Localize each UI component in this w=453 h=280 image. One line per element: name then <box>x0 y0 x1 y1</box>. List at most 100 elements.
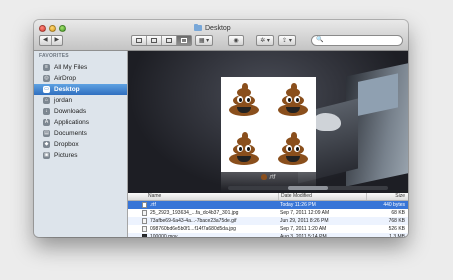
file-icon <box>142 202 147 208</box>
sidebar-item-downloads[interactable]: ↓ Downloads <box>34 106 127 117</box>
pictures-icon: ▣ <box>43 152 50 159</box>
sidebar-item-airdrop[interactable]: ◎ AirDrop <box>34 73 127 84</box>
poop-emoji-image <box>275 131 311 167</box>
back-button[interactable]: ◀ <box>40 36 51 45</box>
home-icon: ⌂ <box>43 97 50 104</box>
cover-flow-button[interactable] <box>176 36 191 45</box>
sidebar-item-dropbox[interactable]: ◆ Dropbox <box>34 139 127 150</box>
quick-look-button[interactable]: ◉ <box>228 35 244 46</box>
file-date: Aug 3, 2011 5:14 PM <box>280 234 327 237</box>
sidebar-item-label: Desktop <box>54 86 80 93</box>
back-forward-control: ◀ ▶ <box>39 35 63 46</box>
file-row[interactable]: 25_2923_193634_...fa_dc4b37_301.jpg Sep 7… <box>128 209 408 217</box>
cover-flow-preview: .rtf <box>128 51 408 193</box>
file-row[interactable]: 098760bd6e5b0f1...f14f7a680d5da.jpg Sep 7… <box>128 225 408 233</box>
poop-emoji-image <box>226 131 262 167</box>
file-size: 768 KB <box>388 218 405 224</box>
file-size: 68 KB <box>391 210 405 216</box>
file-name: .rtf <box>150 202 156 208</box>
sidebar-item-label: Pictures <box>54 152 78 159</box>
preview-caption-label: .rtf <box>268 174 276 181</box>
rtf-file-icon <box>260 174 267 180</box>
action-button[interactable]: ✲ ▾ <box>256 35 274 46</box>
dropbox-icon: ◆ <box>43 141 50 148</box>
column-view-icon <box>166 38 172 43</box>
file-name-cell: 098760bd6e5b0f1...f14f7a680d5da.jpg <box>128 225 278 233</box>
column-view-button[interactable] <box>161 36 176 45</box>
finder-window: Desktop ◀ ▶ ▦ ▾ ◉ ✲ ▾ ⇪ ▾ 🔍 FAVORITES ≡ A… <box>34 20 408 237</box>
documents-icon: ▤ <box>43 130 50 137</box>
search-icon: 🔍 <box>316 37 324 43</box>
file-name-cell: 73afbe69-6a43-4a...-7bace23a75de.gif <box>128 217 278 225</box>
file-name: 25_2923_193634_...fa_dc4b37_301.jpg <box>150 210 239 216</box>
list-view-icon <box>151 38 157 43</box>
window-title: Desktop <box>194 23 231 33</box>
poop-emoji-image <box>226 82 262 118</box>
cover-flow-icon <box>181 38 187 43</box>
sidebar-item-label: AirDrop <box>54 75 77 82</box>
share-button[interactable]: ⇪ ▾ <box>278 35 296 46</box>
window-title-label: Desktop <box>205 24 231 32</box>
sidebar-item-documents[interactable]: ▤ Documents <box>34 128 127 139</box>
title-bar: Desktop ◀ ▶ ▦ ▾ ◉ ✲ ▾ ⇪ ▾ 🔍 <box>34 20 408 51</box>
minimize-button[interactable] <box>49 25 56 32</box>
file-name: 098760bd6e5b0f1...f14f7a680d5da.jpg <box>150 226 236 232</box>
file-icon <box>142 218 147 224</box>
file-date: Sep 7, 2011 12:09 AM <box>280 210 330 216</box>
sidebar-item-all-my-files[interactable]: ≡ All My Files <box>34 62 127 73</box>
file-size: 526 KB <box>388 226 405 232</box>
file-row[interactable]: .rtf Today 11:26 PM 440 bytes <box>128 201 408 209</box>
search-input[interactable]: 🔍 <box>311 35 403 46</box>
icon-view-button[interactable] <box>132 36 146 45</box>
sidebar-item-label: All My Files <box>54 64 88 71</box>
preview-caption: .rtf <box>128 174 408 181</box>
file-list-header: Name Date Modified Size <box>128 193 408 201</box>
arrange-button[interactable]: ▦ ▾ <box>195 35 213 46</box>
poop-emoji-image <box>275 82 311 118</box>
file-icon <box>142 210 147 216</box>
folder-icon <box>194 24 202 31</box>
file-date: Jun 29, 2011 8:26 PM <box>280 218 329 224</box>
size-column-header[interactable]: Size <box>366 193 408 200</box>
forward-button[interactable]: ▶ <box>50 36 63 45</box>
sidebar-item-jordan[interactable]: ⌂ jordan <box>34 95 127 106</box>
file-name-cell: 25_2923_193634_...fa_dc4b37_301.jpg <box>128 209 278 217</box>
sidebar-item-label: Applications <box>54 119 90 126</box>
cover-flow-card[interactable] <box>221 77 316 172</box>
sidebar-item-label: Downloads <box>54 108 87 115</box>
file-date: Sep 7, 2011 1:20 AM <box>280 226 327 232</box>
file-row[interactable]: 100000.mov Aug 3, 2011 5:14 PM 1.3 MB <box>128 233 408 237</box>
list-view-button[interactable] <box>146 36 161 45</box>
cover-flow-scroll-thumb[interactable] <box>288 186 328 190</box>
file-name: 73afbe69-6a43-4a...-7bace23a75de.gif <box>150 218 237 224</box>
zoom-button[interactable] <box>59 25 66 32</box>
sidebar-item-label: Documents <box>54 130 87 137</box>
airdrop-icon: ◎ <box>43 75 50 82</box>
file-name: 100000.mov <box>150 234 178 237</box>
sidebar-item-label: jordan <box>54 97 73 104</box>
file-name-cell: 100000.mov <box>128 233 278 237</box>
date-column-header[interactable]: Date Modified <box>278 193 366 200</box>
sidebar-heading: FAVORITES <box>39 53 69 59</box>
view-mode-control <box>131 35 192 46</box>
downloads-icon: ↓ <box>43 108 50 115</box>
sidebar-item-pictures[interactable]: ▣ Pictures <box>34 150 127 161</box>
applications-icon: A <box>43 119 50 126</box>
file-size: 440 bytes <box>383 202 405 208</box>
file-size: 1.3 MB <box>389 234 405 237</box>
icon-view-icon <box>136 38 142 43</box>
file-row[interactable]: 73afbe69-6a43-4a...-7bace23a75de.gif Jun … <box>128 217 408 225</box>
name-column-header[interactable]: Name <box>128 193 278 200</box>
desktop-icon: ▭ <box>43 86 50 93</box>
all-files-icon: ≡ <box>43 64 50 71</box>
file-date: Today 11:26 PM <box>280 202 316 208</box>
file-icon <box>142 234 147 237</box>
preview-creature <box>313 113 341 131</box>
sidebar: FAVORITES ≡ All My Files ◎ AirDrop ▭ Desktop ⌂… <box>34 51 128 237</box>
close-button[interactable] <box>39 25 46 32</box>
sidebar-item-desktop[interactable]: ▭ Desktop <box>34 84 127 95</box>
sidebar-item-applications[interactable]: A Applications <box>34 117 127 128</box>
cover-flow-scrollbar[interactable] <box>228 186 388 190</box>
file-name-cell: .rtf <box>128 201 278 209</box>
sidebar-item-label: Dropbox <box>54 141 79 148</box>
